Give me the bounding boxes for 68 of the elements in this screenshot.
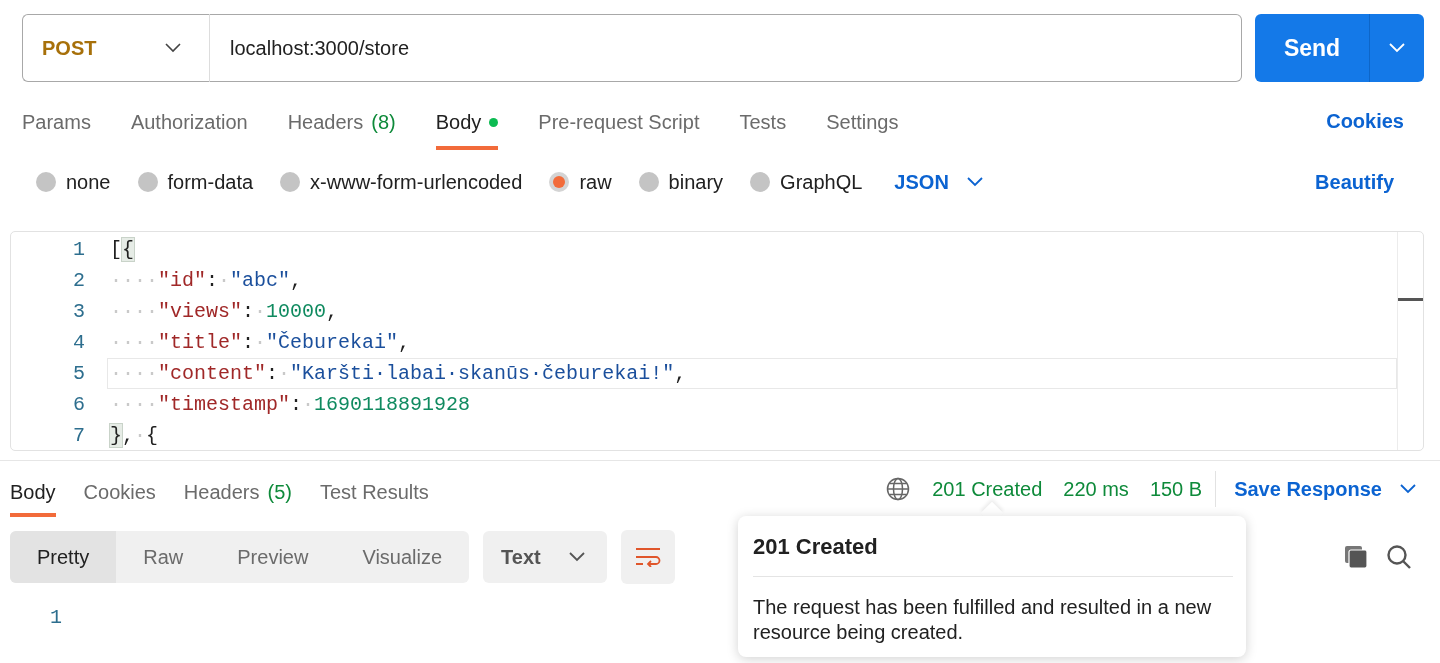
code-line: [{	[109, 237, 136, 263]
tab[interactable]: Authorization	[130, 98, 248, 150]
status-code[interactable]: 201 Created	[932, 474, 1043, 504]
tab[interactable]: Headers (5)	[183, 470, 292, 517]
wrap-lines-button[interactable]	[620, 529, 675, 584]
line-number: 6	[72, 392, 86, 418]
radio-button[interactable]	[750, 172, 771, 192]
method-dropdown[interactable]: POST	[22, 14, 210, 82]
save-response-button[interactable]: Save Response	[1215, 471, 1424, 507]
radio-button[interactable]	[638, 172, 659, 192]
code-line: },·{	[109, 423, 160, 449]
scrollbar-thumb[interactable]	[1398, 298, 1423, 301]
tab[interactable]: Body	[435, 98, 499, 150]
url-input[interactable]: localhost:3000/store	[210, 14, 1242, 82]
response-time[interactable]: 220 ms	[1063, 474, 1129, 504]
format-dropdown[interactable]: Text	[483, 530, 607, 583]
chevron-down-icon	[1400, 484, 1416, 494]
line-number: 2	[72, 268, 86, 294]
view-mode-tab[interactable]: Raw	[116, 530, 211, 583]
code-line: ····"views":·10000,	[109, 299, 340, 325]
radio-label[interactable]: GraphQL	[780, 167, 863, 197]
chevron-down-icon	[165, 43, 181, 53]
line-number: 7	[72, 423, 86, 449]
view-mode-tab[interactable]: Preview	[210, 530, 336, 583]
tab[interactable]: Headers (8)	[287, 98, 396, 150]
beautify-link[interactable]: Beautify	[1315, 167, 1394, 197]
tab[interactable]: Settings	[826, 98, 899, 150]
tab[interactable]: Cookies	[83, 470, 156, 517]
code-line: ····"timestamp":·1690118891928	[109, 392, 472, 418]
send-button[interactable]: Send	[1255, 14, 1369, 82]
tab[interactable]: Pre-request Script	[538, 98, 700, 150]
tab[interactable]: Test Results	[319, 470, 429, 517]
radio-button[interactable]	[280, 172, 301, 192]
tooltip-text: The request has been fulfilled and resulted in a new resource being created.	[753, 595, 1213, 645]
code-editor[interactable]: 1 2 3 4 5 6 7 [{ ····"id":·"abc", ····"views":·10000, ····"title":·"Čeburekai", ····"content":·"Karšti·labai·skanūs·čeburekai!", ····"timestamp":·1690118891928 },·{	[10, 231, 1424, 451]
line-number: 4	[72, 330, 86, 356]
chevron-down-icon	[1389, 43, 1405, 53]
send-options-button[interactable]	[1369, 14, 1424, 82]
tooltip-title: 201 Created	[753, 530, 1233, 577]
radio-button[interactable]	[137, 172, 158, 192]
radio-label[interactable]: raw	[579, 167, 612, 197]
view-mode-tab[interactable]: Pretty	[10, 530, 117, 583]
line-number: 1	[50, 605, 62, 631]
tab[interactable]: Params	[22, 98, 91, 150]
line-number: 5	[72, 361, 86, 387]
tab[interactable]: Tests	[739, 98, 787, 150]
scrollbar[interactable]	[1397, 232, 1423, 450]
radio-label[interactable]: x-www-form-urlencoded	[310, 167, 523, 197]
radio-label[interactable]: none	[66, 167, 111, 197]
radio-button[interactable]	[36, 172, 56, 192]
line-number: 1	[72, 237, 86, 263]
cookies-link[interactable]: Cookies	[1326, 92, 1404, 150]
copy-icon[interactable]	[1344, 544, 1368, 569]
search-icon[interactable]	[1386, 543, 1412, 570]
code-line: ····"id":·"abc",	[109, 268, 304, 294]
view-mode-tab[interactable]: Visualize	[335, 530, 470, 583]
chevron-down-icon	[966, 177, 983, 187]
format-dropdown[interactable]: JSON	[894, 167, 983, 197]
radio-label[interactable]: binary	[668, 167, 724, 197]
wrap-icon	[634, 546, 661, 567]
code-line: ····"title":·"Čeburekai",	[109, 330, 412, 356]
radio-label[interactable]: form-data	[167, 167, 254, 197]
line-number: 3	[72, 299, 86, 325]
radio-button[interactable]	[549, 172, 570, 192]
response-size[interactable]: 150 B	[1149, 474, 1203, 504]
globe-icon[interactable]	[886, 477, 911, 501]
chevron-down-icon	[568, 551, 585, 562]
tab[interactable]: Body	[10, 470, 56, 517]
